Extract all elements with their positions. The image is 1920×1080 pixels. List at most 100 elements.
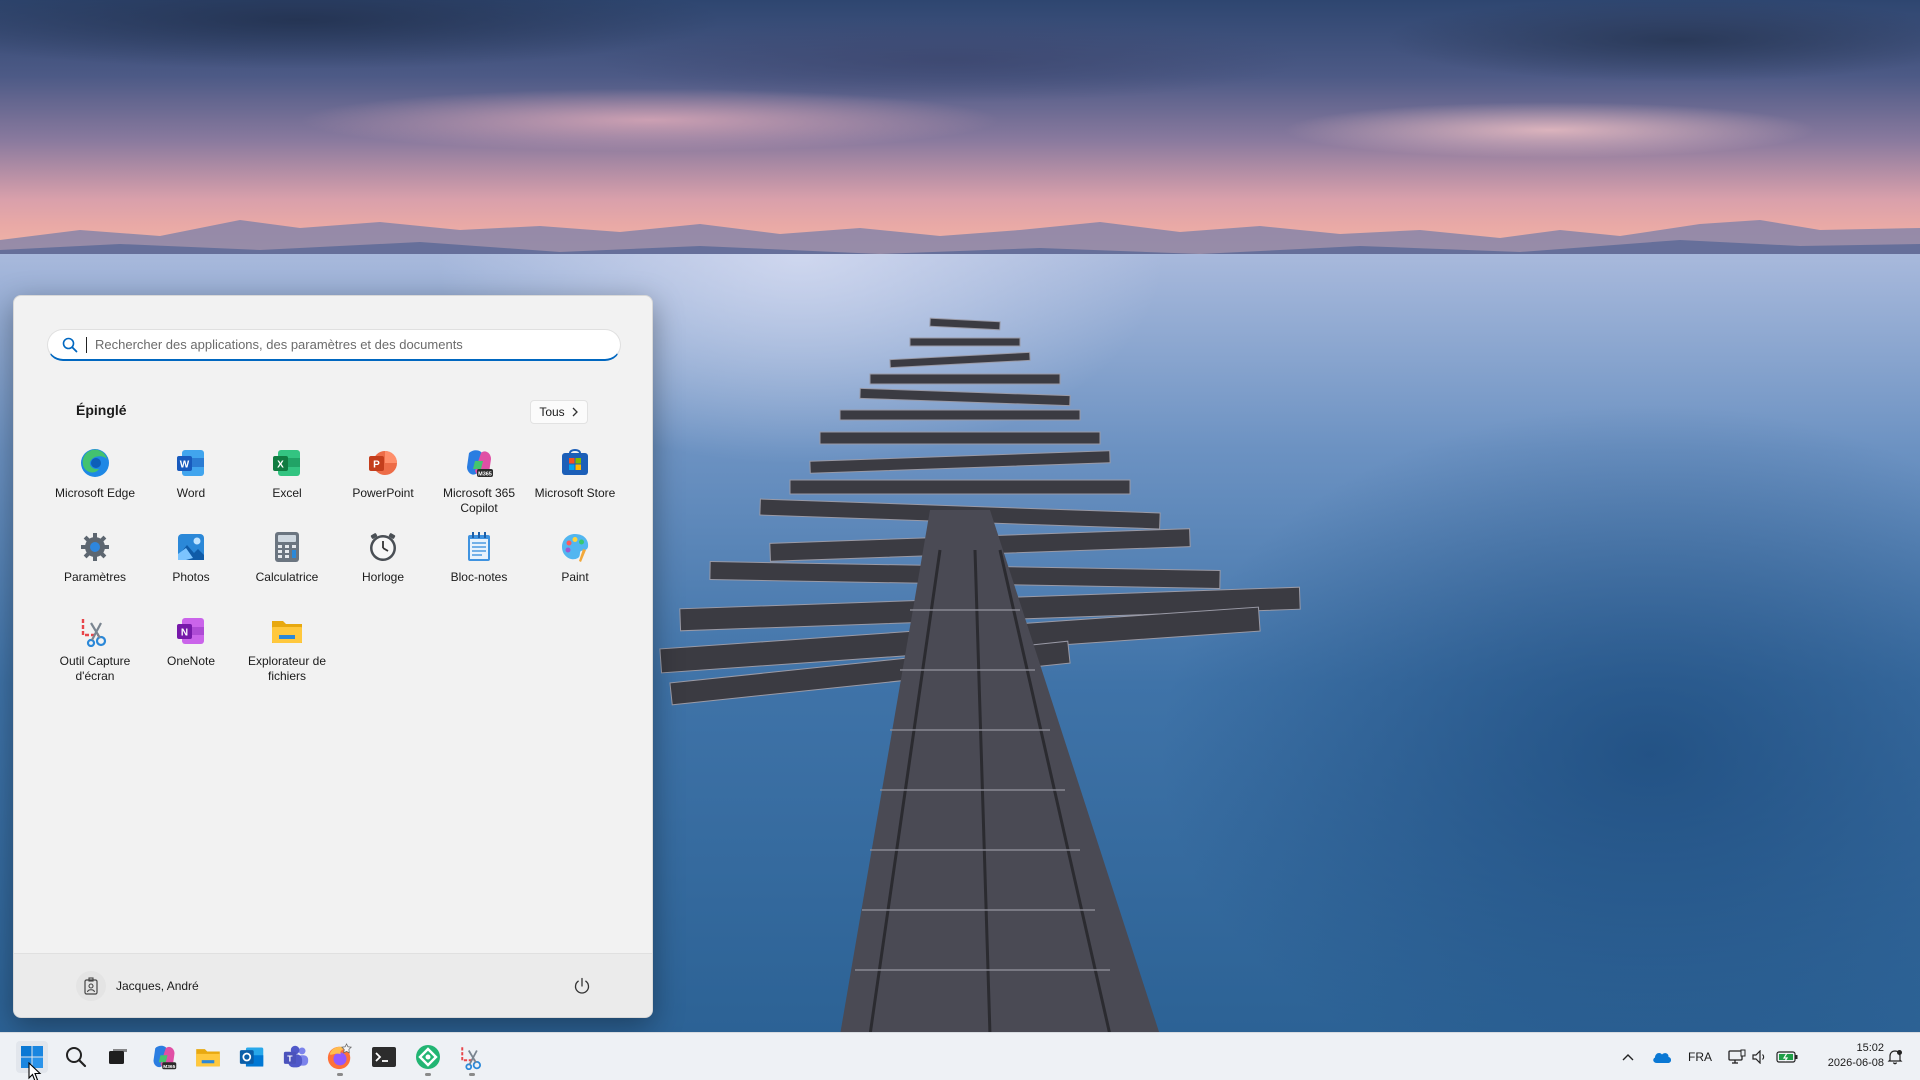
pinned-app-file-explorer[interactable]: Explorateur de fichiers <box>239 610 335 690</box>
pinned-app-store[interactable]: Microsoft Store <box>527 442 623 522</box>
app-label: Calculatrice <box>255 570 319 584</box>
firefox-icon <box>327 1043 352 1070</box>
input-language-indicator[interactable]: FRA <box>1688 1050 1712 1064</box>
start-menu: Épinglé Tous Microsoft Edge W Word X Exc… <box>13 295 653 1018</box>
power-icon <box>574 977 590 994</box>
taskbar-green-app[interactable] <box>412 1041 444 1076</box>
taskbar-outlook[interactable] <box>236 1041 268 1073</box>
start-search-box[interactable] <box>47 329 621 361</box>
power-button[interactable] <box>570 974 594 998</box>
wallpaper-pier <box>659 317 1301 1032</box>
pinned-app-m365-copilot[interactable]: M365 Microsoft 365 Copilot <box>431 442 527 522</box>
edge-icon <box>78 446 112 480</box>
clock-icon <box>366 530 400 564</box>
clock-time: 15:02 <box>1856 1042 1884 1054</box>
pinned-app-excel[interactable]: X Excel <box>239 442 335 522</box>
all-apps-label: Tous <box>539 405 565 419</box>
outlook-icon <box>239 1047 264 1067</box>
speaker-icon <box>1752 1050 1765 1064</box>
user-account-button[interactable]: Jacques, André <box>76 970 199 1002</box>
tray-network[interactable] <box>1724 1041 1750 1073</box>
task-view-icon <box>109 1049 127 1064</box>
taskbar-teams[interactable]: T <box>280 1041 312 1073</box>
taskbar-terminal[interactable] <box>368 1041 400 1073</box>
tray-onedrive[interactable] <box>1648 1041 1676 1073</box>
app-label: Outil Capture d'écran <box>59 654 131 683</box>
taskbar-firefox[interactable] <box>324 1041 356 1076</box>
settings-gear-icon <box>78 530 112 564</box>
running-indicator <box>337 1073 343 1076</box>
taskbar-file-explorer[interactable] <box>192 1041 224 1073</box>
pinned-app-powerpoint[interactable]: P PowerPoint <box>335 442 431 522</box>
app-label: PowerPoint <box>352 486 414 500</box>
app-label: OneNote <box>166 654 216 668</box>
start-search-input[interactable] <box>95 337 615 352</box>
svg-text:N: N <box>181 628 188 639</box>
text-caret <box>86 336 87 353</box>
chevron-right-icon <box>572 407 578 417</box>
pinned-app-paint[interactable]: Paint <box>527 526 623 606</box>
pinned-app-settings[interactable]: Paramètres <box>47 526 143 606</box>
running-indicator <box>425 1073 431 1076</box>
tray-volume[interactable] <box>1748 1041 1772 1073</box>
app-label: Microsoft Store <box>534 486 616 500</box>
word-icon: W <box>174 446 208 480</box>
tray-overflow-button[interactable] <box>1614 1041 1642 1073</box>
wallpaper-mountains <box>0 220 1920 260</box>
app-label: Microsoft 365 Copilot <box>442 486 516 515</box>
taskbar-clock[interactable]: 15:02 2026-06-08 <box>1808 1041 1884 1071</box>
taskbar-m365-copilot[interactable]: M365 <box>148 1041 180 1073</box>
app-label: Excel <box>272 486 302 500</box>
teams-icon: T <box>283 1045 309 1068</box>
taskbar-snipping-tool[interactable] <box>456 1041 488 1076</box>
app-label: Bloc-notes <box>450 570 508 584</box>
pinned-app-photos[interactable]: Photos <box>143 526 239 606</box>
battery-charging-icon <box>1776 1051 1798 1063</box>
snipping-tool-icon <box>461 1047 482 1070</box>
onenote-icon: N <box>174 614 208 648</box>
green-app-icon <box>416 1045 440 1069</box>
pinned-app-snipping-tool[interactable]: Outil Capture d'écran <box>47 610 143 690</box>
paint-icon <box>558 530 592 564</box>
svg-text:W: W <box>180 460 190 471</box>
notification-center-button[interactable] <box>1882 1041 1908 1073</box>
start-menu-footer: Jacques, André <box>14 953 652 1017</box>
notification-bell-icon <box>1887 1050 1903 1065</box>
tray-battery[interactable] <box>1772 1041 1802 1073</box>
svg-text:M365: M365 <box>478 472 492 478</box>
chevron-up-icon <box>1622 1054 1634 1061</box>
mouse-cursor-icon <box>28 1062 42 1080</box>
search-icon <box>66 1047 87 1068</box>
app-label: Horloge <box>361 570 405 584</box>
svg-text:T: T <box>287 1053 293 1063</box>
app-label: Paint <box>561 570 589 584</box>
app-label: Microsoft Edge <box>54 486 136 500</box>
taskbar-task-view-button[interactable] <box>102 1041 134 1073</box>
search-icon <box>62 337 78 352</box>
taskbar: M365 T FRA 15:02 2026-06-08 <box>0 1032 1920 1080</box>
network-icon <box>1728 1049 1746 1064</box>
photos-icon <box>174 530 208 564</box>
pinned-app-calculator[interactable]: Calculatrice <box>239 526 335 606</box>
m365-copilot-icon: M365 <box>153 1045 177 1070</box>
taskbar-search-button[interactable] <box>60 1041 92 1073</box>
svg-text:X: X <box>277 460 284 471</box>
pinned-app-notepad[interactable]: Bloc-notes <box>431 526 527 606</box>
m365-copilot-icon: M365 <box>462 446 496 480</box>
user-name: Jacques, André <box>116 979 199 993</box>
file-explorer-icon <box>270 614 304 648</box>
terminal-icon <box>372 1047 396 1067</box>
running-indicator <box>469 1073 475 1076</box>
app-label: Paramètres <box>63 570 127 584</box>
app-label: Explorateur de fichiers <box>247 654 327 683</box>
svg-text:P: P <box>373 460 380 471</box>
pinned-app-edge[interactable]: Microsoft Edge <box>47 442 143 522</box>
pinned-app-onenote[interactable]: N OneNote <box>143 610 239 690</box>
excel-icon: X <box>270 446 304 480</box>
calculator-icon <box>270 530 304 564</box>
user-avatar-icon <box>76 971 106 1001</box>
svg-text:M365: M365 <box>163 1064 175 1070</box>
pinned-app-word[interactable]: W Word <box>143 442 239 522</box>
all-apps-button[interactable]: Tous <box>530 400 588 424</box>
pinned-app-clock[interactable]: Horloge <box>335 526 431 606</box>
